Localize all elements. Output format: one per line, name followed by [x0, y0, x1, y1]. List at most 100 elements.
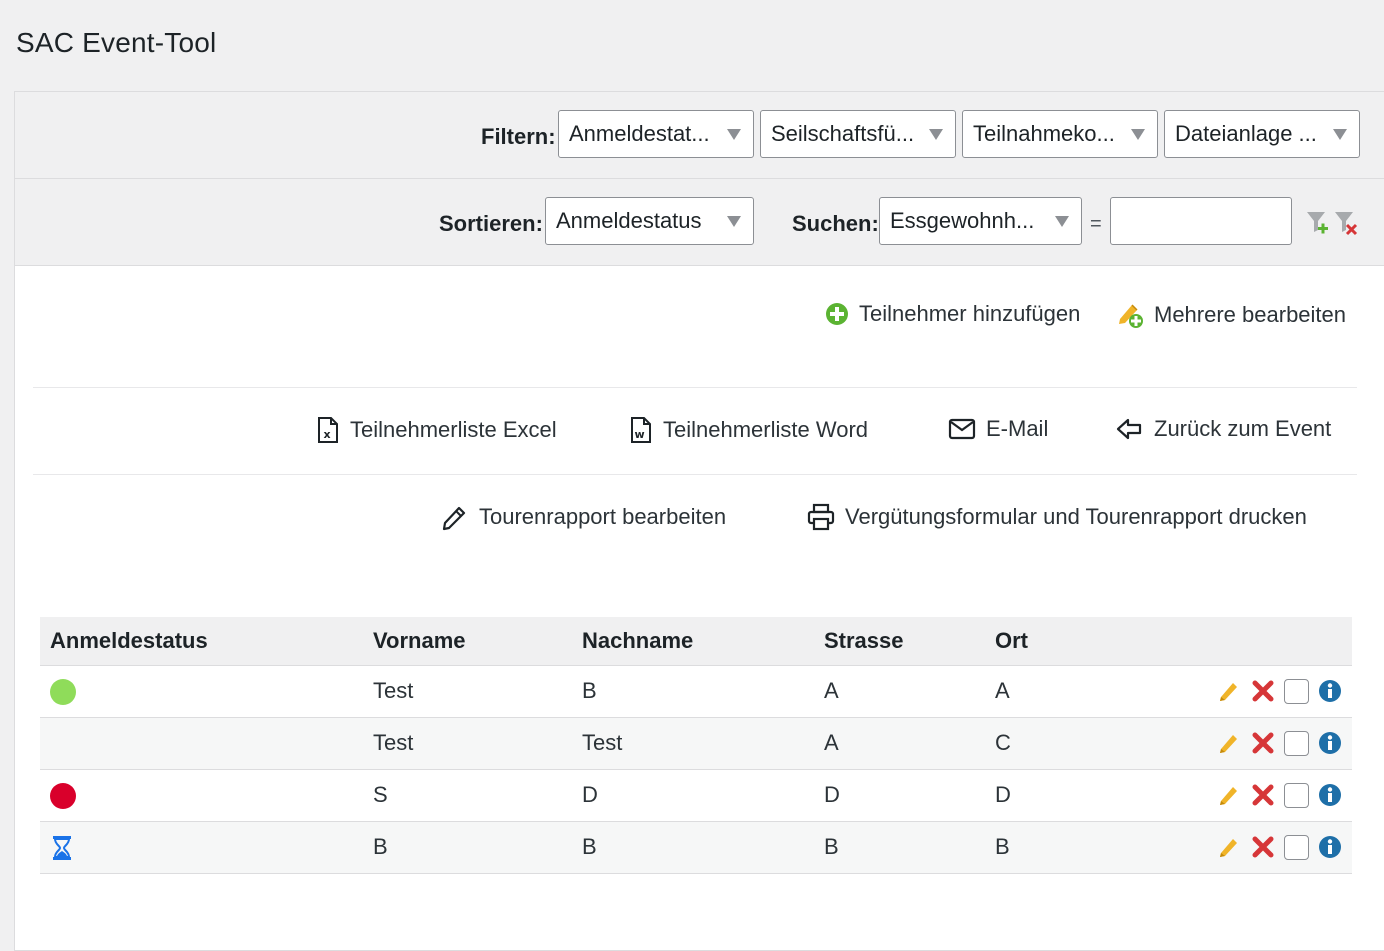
sort-select-value: Anmeldestatus — [556, 208, 702, 233]
row-actions — [1195, 678, 1342, 704]
hourglass-icon — [53, 835, 71, 860]
column-header-vorname[interactable]: Vorname — [363, 617, 572, 666]
nachname-cell: D — [572, 769, 814, 822]
status-cell — [40, 717, 363, 770]
strasse-cell: A — [814, 665, 985, 718]
pencil-plus-icon — [1119, 304, 1143, 328]
edit-icon[interactable] — [1218, 679, 1242, 703]
word-list-label: Teilnehmerliste Word — [663, 417, 869, 442]
chevron-down-icon — [929, 129, 943, 140]
search-field-select[interactable]: Essgewohnh... — [879, 197, 1082, 245]
excel-file-icon: x — [318, 417, 338, 443]
column-header-nachname[interactable]: Nachname — [572, 617, 814, 666]
filter-select-seilschaftsfuehrer[interactable]: Seilschaftsfü... — [760, 110, 956, 158]
table-row: Test Test A C — [40, 717, 1352, 770]
strasse-cell: B — [814, 821, 985, 874]
edit-report-button[interactable]: Tourenrapport bearbeiten — [441, 503, 726, 531]
add-filter-icon[interactable] — [1305, 210, 1331, 238]
email-button[interactable]: E-Mail — [948, 416, 1048, 442]
excel-list-label: Teilnehmerliste Excel — [350, 417, 557, 442]
envelope-icon — [948, 418, 976, 440]
filter-select-teilnahmekosten[interactable]: Teilnahmeko... — [962, 110, 1158, 158]
status-green-dot — [50, 678, 76, 705]
vorname-cell: Test — [363, 665, 572, 718]
table-row: S D D D — [40, 769, 1352, 822]
actions-cell — [1185, 769, 1352, 822]
nachname-cell: B — [572, 821, 814, 874]
actions-cell — [1185, 665, 1352, 718]
app-title: SAC Event-Tool — [16, 27, 217, 58]
column-header-ort[interactable]: Ort — [985, 617, 1185, 666]
edit-multiple-button[interactable]: Mehrere bearbeiten — [1116, 301, 1346, 329]
row-select-checkbox[interactable] — [1284, 678, 1309, 704]
vorname-cell: S — [363, 769, 572, 822]
row-actions — [1195, 730, 1342, 756]
filter-bar: Filtern: Anmeldestat... Seilschaftsfü...… — [15, 92, 1384, 179]
chevron-down-icon — [1055, 216, 1069, 227]
filter-label: Filtern: — [481, 124, 556, 149]
ort-cell: D — [985, 769, 1185, 822]
column-header-strasse[interactable]: Strasse — [814, 617, 985, 666]
column-header-actions — [1185, 617, 1352, 666]
printer-icon — [807, 503, 835, 531]
table-row: B B B B — [40, 821, 1352, 874]
word-list-button[interactable]: w Teilnehmerliste Word — [629, 416, 868, 444]
info-icon[interactable] — [1318, 835, 1342, 859]
edit-report-label: Tourenrapport bearbeiten — [479, 504, 727, 529]
equals-sign: = — [1090, 213, 1102, 235]
add-participant-label: Teilnehmer hinzufügen — [859, 301, 1081, 326]
search-input[interactable] — [1110, 197, 1292, 245]
edit-icon[interactable] — [1218, 835, 1242, 859]
sort-label: Sortieren: — [439, 211, 543, 236]
back-to-event-label: Zurück zum Event — [1154, 416, 1332, 441]
status-cell — [40, 665, 363, 718]
main-panel: Filtern: Anmeldestat... Seilschaftsfü...… — [14, 91, 1384, 951]
search-label: Suchen: — [792, 211, 879, 236]
ort-cell: A — [985, 665, 1185, 718]
delete-icon[interactable] — [1251, 835, 1275, 859]
row-actions — [1195, 782, 1342, 808]
filter-select-anmeldestatus[interactable]: Anmeldestat... — [558, 110, 754, 158]
table-row: Test B A A — [40, 665, 1352, 718]
row-select-checkbox[interactable] — [1284, 730, 1309, 756]
filter-select-dateianlage[interactable]: Dateianlage ... — [1164, 110, 1360, 158]
clear-filter-icon[interactable] — [1333, 210, 1359, 238]
row-select-checkbox[interactable] — [1284, 834, 1309, 860]
filter-select-value: Teilnahmeko... — [973, 121, 1115, 146]
status-cell — [40, 821, 363, 874]
strasse-cell: D — [814, 769, 985, 822]
actions-cell — [1185, 821, 1352, 874]
row-select-checkbox[interactable] — [1284, 782, 1309, 808]
chevron-down-icon — [1333, 129, 1347, 140]
nachname-cell: Test — [572, 717, 814, 770]
status-red-dot — [50, 782, 76, 809]
filter-select-value: Dateianlage ... — [1175, 121, 1317, 146]
ort-cell: B — [985, 821, 1185, 874]
svg-text:w: w — [635, 428, 645, 441]
pencil-icon — [442, 506, 466, 531]
word-file-icon: w — [631, 417, 651, 443]
print-report-button[interactable]: Vergütungsformular und Tourenrapport dru… — [807, 503, 1307, 531]
info-icon[interactable] — [1318, 783, 1342, 807]
delete-icon[interactable] — [1251, 783, 1275, 807]
participants-table: Anmeldestatus Vorname Nachname Strasse O… — [40, 617, 1352, 874]
row-actions — [1195, 834, 1342, 860]
sort-search-bar: Sortieren: Anmeldestatus Suchen: Essgewo… — [15, 179, 1384, 266]
sort-select[interactable]: Anmeldestatus — [545, 197, 754, 245]
column-header-anmeldestatus[interactable]: Anmeldestatus — [40, 617, 363, 666]
back-to-event-button[interactable]: Zurück zum Event — [1116, 416, 1331, 442]
chevron-down-icon — [1131, 129, 1145, 140]
edit-icon[interactable] — [1218, 783, 1242, 807]
actions-cell — [1185, 717, 1352, 770]
svg-text:x: x — [324, 428, 331, 441]
info-icon[interactable] — [1318, 731, 1342, 755]
excel-list-button[interactable]: x Teilnehmerliste Excel — [316, 416, 557, 444]
delete-icon[interactable] — [1251, 679, 1275, 703]
print-report-label: Vergütungsformular und Tourenrapport dru… — [845, 504, 1307, 529]
edit-icon[interactable] — [1218, 731, 1242, 755]
vorname-cell: Test — [363, 717, 572, 770]
delete-icon[interactable] — [1251, 731, 1275, 755]
add-participant-button[interactable]: Teilnehmer hinzufügen — [825, 301, 1080, 327]
info-icon[interactable] — [1318, 679, 1342, 703]
vorname-cell: B — [363, 821, 572, 874]
